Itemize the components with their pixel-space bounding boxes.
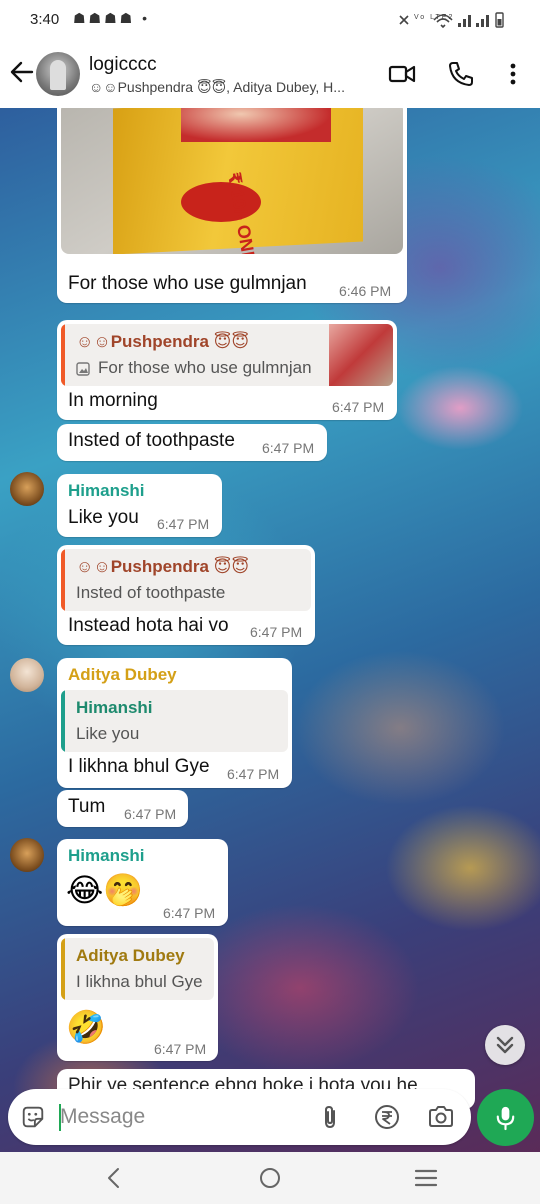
nav-back-icon[interactable] <box>102 1166 126 1190</box>
quoted-sender: ☺☺Pushpendra 😇😇 <box>76 332 250 351</box>
message-text: I likhna bhul Gye <box>68 756 210 777</box>
camera-icon[interactable] <box>427 1103 455 1131</box>
quoted-thumbnail <box>329 324 393 386</box>
quoted-message[interactable]: Himanshi Like you <box>61 690 288 752</box>
message-bubble[interactable]: Aditya Dubey Himanshi Like you I likhna … <box>57 658 292 788</box>
message-text: Tum <box>68 796 106 817</box>
quoted-message[interactable]: ☺☺Pushpendra 😇😇 Insted of toothpaste <box>61 549 311 611</box>
double-chevron-down-icon <box>496 1036 514 1054</box>
system-nav-bar <box>0 1152 540 1204</box>
message-text: For those who use gulmnjan <box>68 273 307 294</box>
status-bar: 3:40 ☗☗☗☗ • Vo LTE2 <box>0 0 540 40</box>
message-text: Like you <box>68 507 139 528</box>
nav-home-icon[interactable] <box>258 1166 282 1190</box>
message-bubble[interactable]: ₹ 10/- ONLY For those who use gulmnjan 6… <box>57 108 407 303</box>
chat-messages[interactable]: ₹ 10/- ONLY For those who use gulmnjan 6… <box>0 108 540 1152</box>
image-icon <box>76 362 90 376</box>
message-emoji: 🤣 <box>66 1009 106 1045</box>
mic-button[interactable] <box>477 1089 534 1146</box>
rupee-icon[interactable] <box>373 1103 401 1131</box>
message-time: 6:47 PM <box>262 440 315 456</box>
message-bubble[interactable]: Insted of toothpaste 6:47 PM <box>57 424 327 461</box>
notification-icons: ☗☗☗☗ • <box>73 10 150 26</box>
paperclip-icon[interactable] <box>316 1103 344 1131</box>
message-emoji: 😂🤭 <box>66 872 144 908</box>
message-bubble[interactable]: ☺☺Pushpendra 😇😇 For those who use gulmnj… <box>57 320 397 420</box>
message-time: 6:47 PM <box>250 624 303 640</box>
chat-participants[interactable]: ☺☺Pushpendra 😇😇, Aditya Dubey, H... <box>89 79 345 96</box>
avatar[interactable] <box>10 838 44 872</box>
mic-icon <box>496 1106 515 1131</box>
message-time: 6:47 PM <box>227 766 280 782</box>
message-time: 6:47 PM <box>157 516 210 532</box>
quoted-text: For those who use gulmnjan <box>98 358 312 377</box>
sender-name[interactable]: Himanshi <box>68 481 145 501</box>
sticker-icon[interactable] <box>20 1104 46 1130</box>
message-time: 6:47 PM <box>163 905 216 921</box>
quoted-sender: ☺☺Pushpendra 😇😇 <box>76 557 250 576</box>
chat-title[interactable]: logicccc <box>89 54 157 76</box>
quoted-message[interactable]: ☺☺Pushpendra 😇😇 For those who use gulmnj… <box>61 324 393 386</box>
status-time: 3:40 <box>30 11 60 28</box>
message-input[interactable] <box>60 1103 300 1131</box>
arrow-left-icon[interactable] <box>8 58 36 86</box>
sender-name[interactable]: Himanshi <box>68 846 145 866</box>
message-composer <box>8 1089 471 1145</box>
quoted-text: Like you <box>76 724 140 743</box>
status-right-icons: Vo LTE2 <box>398 10 508 33</box>
message-image[interactable]: ₹ 10/- ONLY <box>61 108 403 254</box>
message-bubble[interactable]: Tum 6:47 PM <box>57 790 188 827</box>
message-text: Insted of toothpaste <box>68 430 235 451</box>
quoted-text: I likhna bhul Gye <box>76 972 203 991</box>
scroll-to-bottom-button[interactable] <box>485 1025 525 1065</box>
message-bubble[interactable]: Himanshi Like you 6:47 PM <box>57 474 222 537</box>
message-time: 6:47 PM <box>332 399 385 415</box>
message-bubble[interactable]: ☺☺Pushpendra 😇😇 Insted of toothpaste Ins… <box>57 545 315 645</box>
more-vert-icon[interactable] <box>499 60 527 88</box>
video-call-icon[interactable] <box>388 60 416 88</box>
avatar[interactable] <box>10 658 44 692</box>
quoted-sender: Himanshi <box>76 698 153 717</box>
message-bubble[interactable]: Aditya Dubey I likhna bhul Gye 🤣 6:47 PM <box>57 934 218 1061</box>
phone-icon[interactable] <box>447 60 475 88</box>
message-time: 6:46 PM <box>339 283 392 299</box>
message-text: In morning <box>68 390 158 411</box>
chat-header: logicccc ☺☺Pushpendra 😇😇, Aditya Dubey, … <box>0 40 540 108</box>
message-time: 6:47 PM <box>124 806 177 822</box>
avatar[interactable] <box>10 472 44 506</box>
quoted-text: Insted of toothpaste <box>76 583 226 602</box>
sender-name[interactable]: Aditya Dubey <box>68 665 177 685</box>
quoted-sender: Aditya Dubey <box>76 946 185 965</box>
mute-icon <box>399 15 409 25</box>
quoted-message[interactable]: Aditya Dubey I likhna bhul Gye <box>61 938 214 1000</box>
message-time: 6:47 PM <box>154 1041 207 1057</box>
message-text: Instead hota hai vo <box>68 615 229 636</box>
group-avatar[interactable] <box>36 52 80 96</box>
message-bubble[interactable]: Himanshi 😂🤭 6:47 PM <box>57 839 228 926</box>
nav-recents-icon[interactable] <box>414 1166 438 1190</box>
